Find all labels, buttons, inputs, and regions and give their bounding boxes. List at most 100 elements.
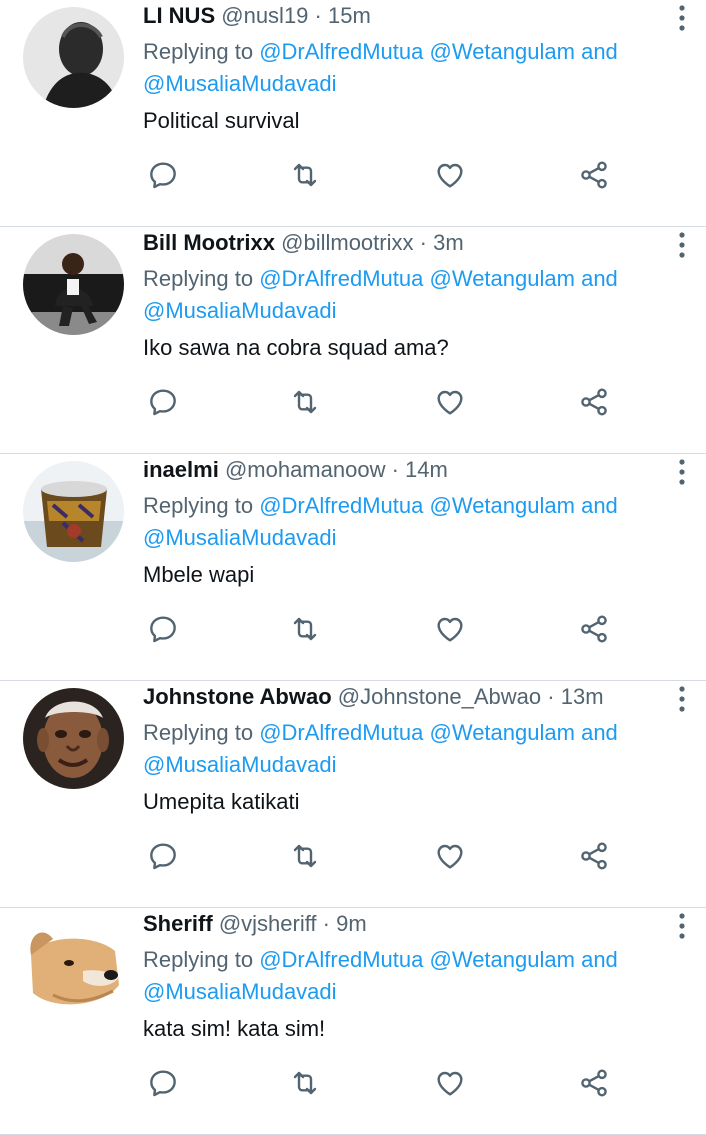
more-vertical-icon[interactable] (674, 458, 690, 486)
share-button[interactable] (576, 384, 612, 420)
timestamp[interactable]: 15m (328, 3, 371, 28)
avatar[interactable] (23, 7, 124, 108)
like-button[interactable] (432, 838, 468, 874)
and-others-link[interactable]: and (581, 266, 618, 291)
share-icon (581, 615, 607, 643)
share-icon (581, 388, 607, 416)
replying-prefix: Replying to (143, 266, 254, 291)
more-vertical-icon[interactable] (674, 4, 690, 32)
mention-link[interactable]: @MusaliaMudavadi (143, 752, 337, 777)
more-vertical-icon[interactable] (674, 231, 690, 259)
display-name[interactable]: Bill Mootrixx (143, 230, 275, 255)
display-name[interactable]: Sheriff (143, 911, 213, 936)
timestamp[interactable]: 9m (336, 911, 367, 936)
mention-link[interactable]: @DrAlfredMutua (259, 266, 423, 291)
replying-prefix: Replying to (143, 493, 254, 518)
mention-link[interactable]: @DrAlfredMutua (259, 720, 423, 745)
like-button[interactable] (432, 1065, 468, 1101)
share-button[interactable] (576, 838, 612, 874)
and-others-link[interactable]: and (581, 39, 618, 64)
reply-button[interactable] (145, 1065, 181, 1101)
tweet-header: Sheriff @vjsheriff · 9m (143, 910, 367, 938)
retweet-button[interactable] (287, 384, 323, 420)
user-handle[interactable]: @mohamanoow (225, 457, 386, 482)
retweet-icon (293, 163, 317, 187)
mention-link[interactable]: @MusaliaMudavadi (143, 979, 337, 1004)
replying-to: Replying to @DrAlfredMutua @Wetangulam a… (143, 944, 683, 1008)
separator-dot: · (547, 684, 555, 709)
avatar[interactable] (23, 461, 124, 562)
user-handle[interactable]: @billmootrixx (281, 230, 413, 255)
tweet[interactable]: Johnstone Abwao @Johnstone_Abwao · 13m R… (0, 681, 706, 908)
heart-icon (437, 1071, 463, 1096)
retweet-icon (293, 844, 317, 868)
mention-link[interactable]: @DrAlfredMutua (259, 39, 423, 64)
mention-link[interactable]: @MusaliaMudavadi (143, 525, 337, 550)
tweet-actions (145, 384, 615, 420)
tweet-header: Bill Mootrixx @billmootrixx · 3m (143, 229, 464, 257)
retweet-button[interactable] (287, 1065, 323, 1101)
retweet-button[interactable] (287, 838, 323, 874)
and-others-link[interactable]: and (581, 947, 618, 972)
like-button[interactable] (432, 384, 468, 420)
mention-link[interactable]: @Wetangulam (430, 720, 575, 745)
more-vertical-icon[interactable] (674, 685, 690, 713)
and-others-link[interactable]: and (581, 493, 618, 518)
like-button[interactable] (432, 157, 468, 193)
user-handle[interactable]: @vjsheriff (219, 911, 317, 936)
tweet[interactable]: Sheriff @vjsheriff · 9m Replying to @DrA… (0, 908, 706, 1135)
separator-dot: · (391, 457, 399, 482)
display-name[interactable]: inaelmi (143, 457, 219, 482)
timestamp[interactable]: 3m (433, 230, 464, 255)
tweet-actions (145, 157, 615, 193)
reply-icon (150, 162, 176, 189)
mention-link[interactable]: @Wetangulam (430, 39, 575, 64)
share-button[interactable] (576, 1065, 612, 1101)
replying-to: Replying to @DrAlfredMutua @Wetangulam a… (143, 263, 683, 327)
heart-icon (437, 844, 463, 869)
tweet-text: kata sim! kata sim! (143, 1016, 326, 1041)
mention-link[interactable]: @Wetangulam (430, 947, 575, 972)
heart-icon (437, 390, 463, 415)
reply-button[interactable] (145, 611, 181, 647)
share-button[interactable] (576, 611, 612, 647)
tweet-text: Political survival (143, 108, 300, 133)
mention-link[interactable]: @MusaliaMudavadi (143, 298, 337, 323)
tweet[interactable]: LI NUS @nusl19 · 15m Replying to @DrAlfr… (0, 0, 706, 227)
retweet-button[interactable] (287, 611, 323, 647)
tweet[interactable]: Bill Mootrixx @billmootrixx · 3m Replyin… (0, 227, 706, 454)
tweet-actions (145, 611, 615, 647)
like-button[interactable] (432, 611, 468, 647)
tweet-header: Johnstone Abwao @Johnstone_Abwao · 13m (143, 683, 604, 711)
separator-dot: · (322, 911, 330, 936)
timestamp[interactable]: 13m (561, 684, 604, 709)
reply-button[interactable] (145, 384, 181, 420)
share-icon (581, 161, 607, 189)
user-handle[interactable]: @Johnstone_Abwao (338, 684, 541, 709)
reply-button[interactable] (145, 157, 181, 193)
avatar[interactable] (23, 915, 124, 1016)
timestamp[interactable]: 14m (405, 457, 448, 482)
mention-link[interactable]: @Wetangulam (430, 266, 575, 291)
reply-feed: LI NUS @nusl19 · 15m Replying to @DrAlfr… (0, 0, 706, 1135)
and-others-link[interactable]: and (581, 720, 618, 745)
avatar[interactable] (23, 688, 124, 789)
retweet-icon (293, 1071, 317, 1095)
tweet[interactable]: inaelmi @mohamanoow · 14m Replying to @D… (0, 454, 706, 681)
mention-link[interactable]: @Wetangulam (430, 493, 575, 518)
more-vertical-icon[interactable] (674, 912, 690, 940)
replying-prefix: Replying to (143, 947, 254, 972)
display-name[interactable]: LI NUS (143, 3, 215, 28)
share-button[interactable] (576, 157, 612, 193)
reply-button[interactable] (145, 838, 181, 874)
replying-to: Replying to @DrAlfredMutua @Wetangulam a… (143, 717, 683, 781)
retweet-button[interactable] (287, 157, 323, 193)
mention-link[interactable]: @DrAlfredMutua (259, 493, 423, 518)
mention-link[interactable]: @MusaliaMudavadi (143, 71, 337, 96)
mention-link[interactable]: @DrAlfredMutua (259, 947, 423, 972)
retweet-icon (293, 617, 317, 641)
user-handle[interactable]: @nusl19 (221, 3, 308, 28)
tweet-header: inaelmi @mohamanoow · 14m (143, 456, 448, 484)
avatar[interactable] (23, 234, 124, 335)
display-name[interactable]: Johnstone Abwao (143, 684, 332, 709)
